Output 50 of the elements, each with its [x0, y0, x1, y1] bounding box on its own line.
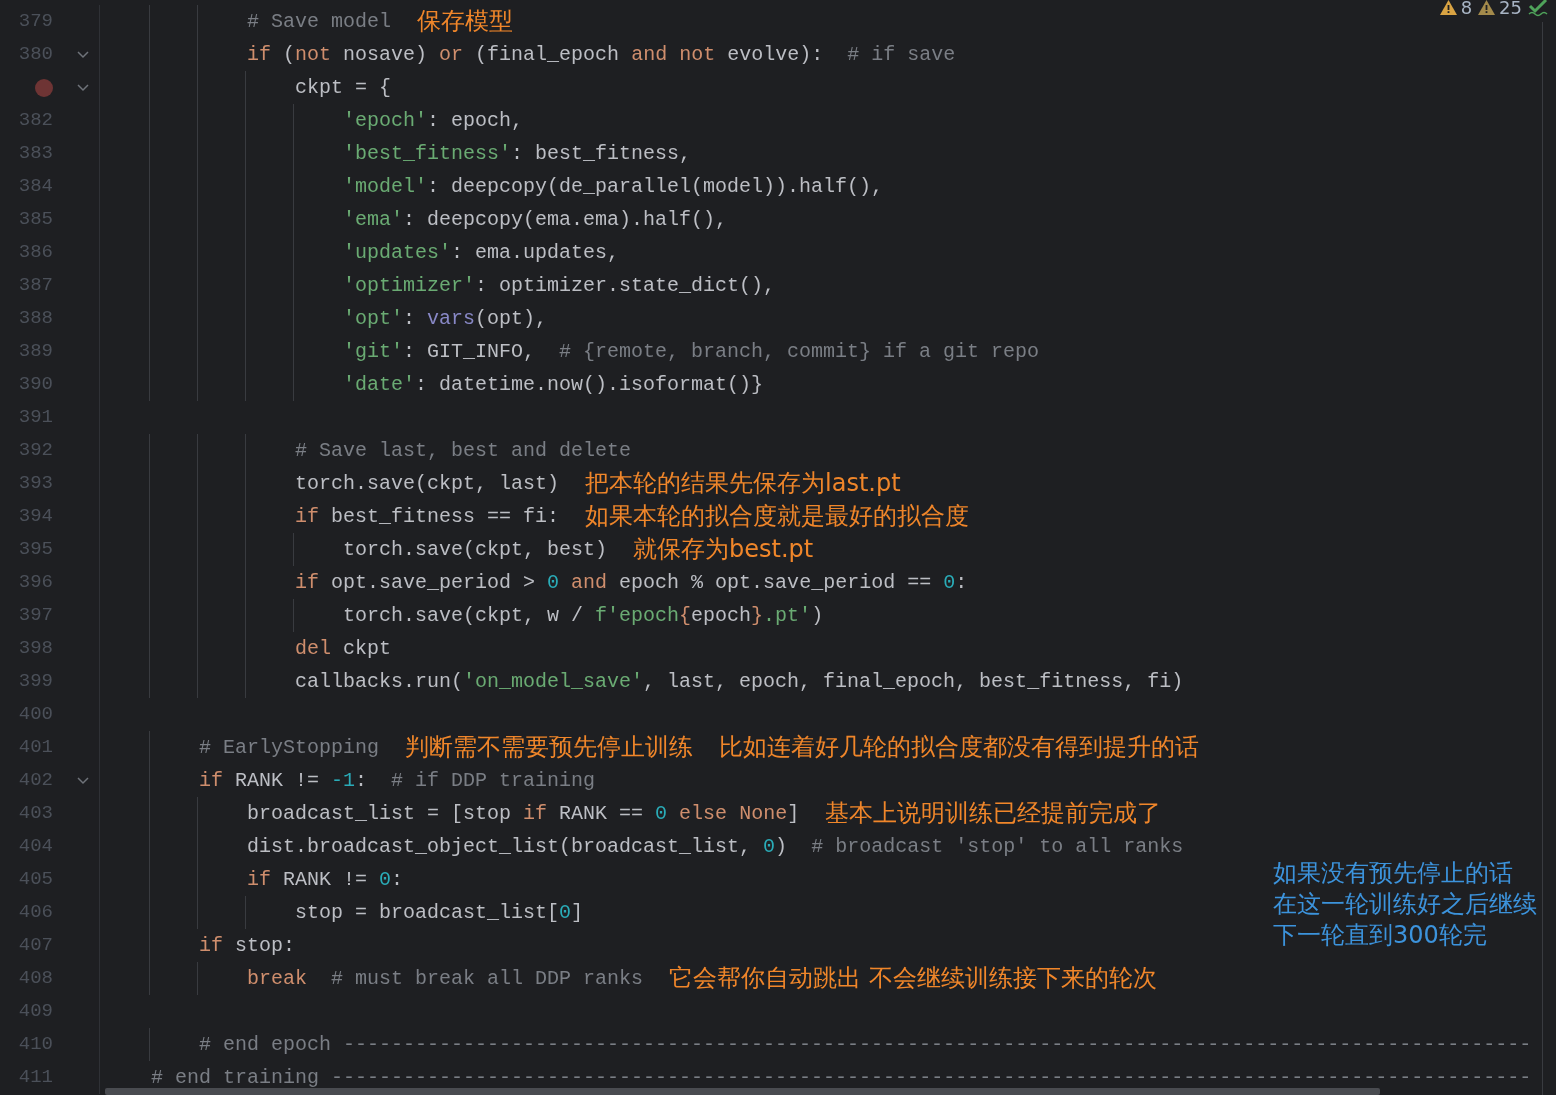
code-line: if stop:: [199, 935, 296, 956]
code-line: ckpt = {: [295, 77, 391, 98]
code-line: break # must break all DDP ranks: [247, 968, 644, 989]
code-line: broadcast_list = [stop if RANK == 0 else None]: [247, 803, 800, 824]
code-line: 'date': datetime.now().isoformat()}: [343, 374, 764, 395]
code-line: 'git': GIT_INFO, # {remote, branch, commit} if a git repo: [343, 341, 1040, 362]
code-line: if RANK != 0:: [247, 869, 404, 890]
code-line: # EarlyStopping: [199, 737, 380, 758]
annotation: 判断需不需要预先停止训练: [405, 732, 694, 763]
annotation: 如果没有预先停止的话: [1273, 858, 1514, 889]
code-line: callbacks.run('on_model_save', last, epoch, final_epoch, best_fitness, fi): [295, 671, 1184, 692]
code-line: # Save model: [247, 11, 392, 32]
code-line: 'updates': ema.updates,: [343, 242, 620, 263]
code-line: torch.save(ckpt, best): [343, 539, 608, 560]
code-line: if (not nosave) or (final_epoch and not evolve): # if save: [247, 44, 956, 65]
warning-icon[interactable]: [1439, 0, 1457, 15]
code-line: # end training ----------------------------------------------------------------------------------------------------: [151, 1067, 1532, 1088]
code-line: del ckpt: [295, 638, 392, 659]
chevron-icon[interactable]: [77, 83, 89, 92]
code-line: # Save last, best and delete: [295, 440, 632, 461]
annotation: 保存模型: [417, 6, 514, 37]
annotation: 把本轮的结果先保存为last.pt: [585, 468, 901, 499]
code-line: if best_fitness == fi:: [295, 506, 560, 527]
annotation: 下一轮直到300轮完: [1273, 920, 1488, 951]
check-icon[interactable]: [1528, 0, 1548, 17]
code-line: 'best_fitness': best_fitness,: [343, 143, 692, 164]
scrollbar[interactable]: [105, 1088, 1380, 1095]
annotation: 如果本轮的拟合度就是最好的拟合度: [585, 501, 970, 532]
annotation: 比如连着好几轮的拟合度都没有得到提升的话: [719, 732, 1200, 763]
code-line: if RANK != -1: # if DDP training: [199, 770, 596, 791]
code-line: 'epoch': epoch,: [343, 110, 524, 131]
code-line: 'optimizer': optimizer.state_dict(),: [343, 275, 776, 296]
code-line: 'model': deepcopy(de_parallel(model)).half(),: [343, 176, 884, 197]
code-line: torch.save(ckpt, w / f'epoch{epoch}.pt'): [343, 605, 824, 626]
code-line: 'ema': deepcopy(ema.ema).half(),: [343, 209, 728, 230]
chevron-icon[interactable]: [77, 776, 89, 785]
annotation: 在这一轮训练好之后继续: [1273, 889, 1537, 920]
annotation: 它会帮你自动跳出 不会继续训练接下来的轮次: [669, 963, 1157, 994]
chevron-icon[interactable]: [77, 50, 89, 59]
code-line: if opt.save_period > 0 and epoch % opt.save_period == 0:: [295, 572, 968, 593]
code-line: # end epoch ---------------------------------------------------------------------------------------------------: [199, 1034, 1532, 1055]
warning-icon[interactable]: [1478, 0, 1496, 15]
warning-count: 25: [1499, 0, 1522, 18]
warning-count: 8: [1460, 0, 1473, 18]
code-line: dist.broadcast_object_list(broadcast_list, 0) # broadcast 'stop' to all ranks: [247, 836, 1184, 857]
code-line: stop = broadcast_list[0]: [295, 902, 584, 923]
annotation: 就保存为best.pt: [633, 534, 814, 565]
annotation: 基本上说明训练已经提前完成了: [825, 798, 1162, 829]
code-line: torch.save(ckpt, last): [295, 473, 560, 494]
code-line: 'opt': vars(opt),: [343, 308, 548, 329]
